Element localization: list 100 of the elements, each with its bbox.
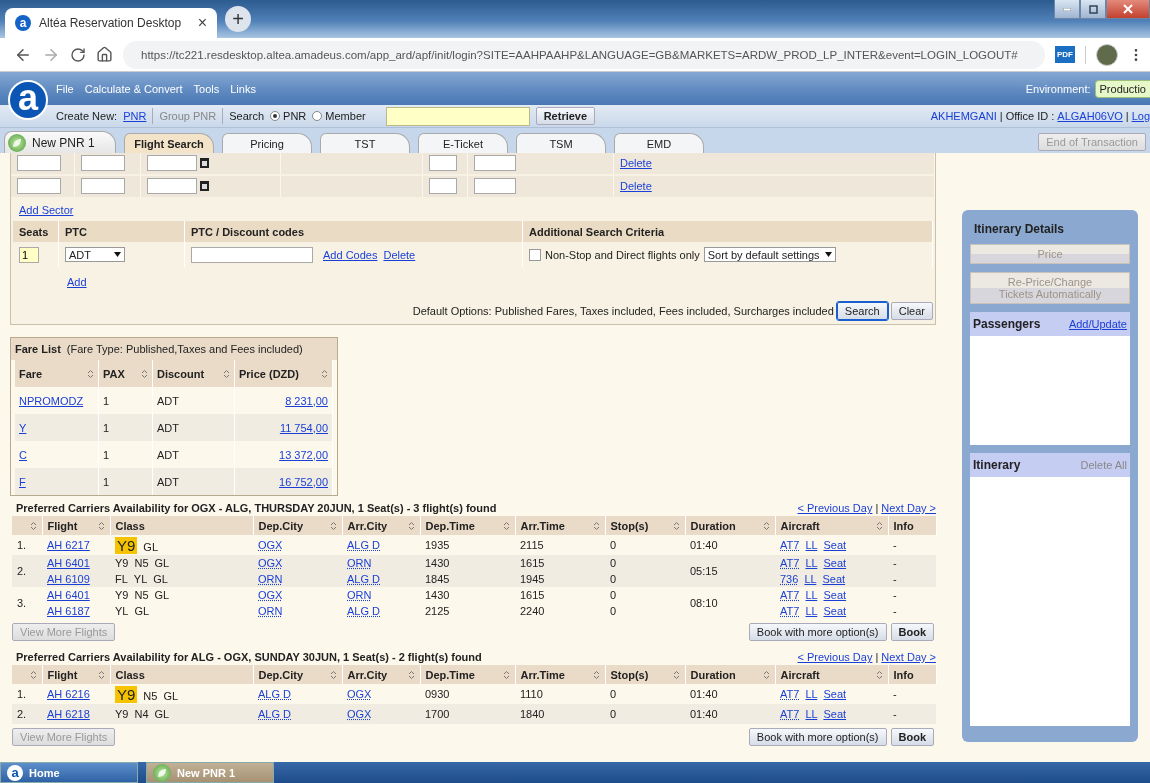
booking-class[interactable]: GL <box>143 540 159 553</box>
booking-class[interactable]: Y9 <box>115 589 129 601</box>
seat-link[interactable]: Seat <box>823 557 847 569</box>
tab[interactable]: TSM <box>516 133 606 153</box>
booking-class[interactable]: Y9 <box>115 708 129 720</box>
sort-icon[interactable] <box>141 368 148 379</box>
booking-class[interactable]: Y9 <box>115 557 129 569</box>
profile-avatar[interactable] <box>1096 43 1118 66</box>
column-heading[interactable]: Stop(s) <box>605 516 685 535</box>
maximize-button[interactable] <box>1080 0 1106 19</box>
delete-link[interactable]: Delete <box>620 157 652 170</box>
ll-link[interactable]: LL <box>805 539 818 551</box>
previous-day-link[interactable]: < Previous Day <box>797 651 873 663</box>
column-heading[interactable]: Arr.Time <box>515 516 605 535</box>
column-heading[interactable]: Aircraft <box>775 665 888 684</box>
fare-link[interactable]: NPROMODZ <box>19 394 84 407</box>
create-pnr-link[interactable]: PNR <box>123 110 147 122</box>
city-link[interactable]: OGX <box>258 539 283 551</box>
booking-class[interactable]: N4 <box>134 708 149 720</box>
sort-icon[interactable] <box>672 520 680 531</box>
book-button[interactable]: Book <box>890 623 934 641</box>
book-with-options-button[interactable]: Book with more option(s) <box>748 728 887 746</box>
sort-icon[interactable] <box>407 669 415 680</box>
column-heading[interactable]: Stop(s) <box>605 665 685 684</box>
booking-class[interactable]: N5 <box>134 557 149 569</box>
sort-icon[interactable] <box>762 669 770 680</box>
booking-class[interactable]: Y9 <box>115 536 138 554</box>
add-sector-link[interactable]: Add Sector <box>19 203 74 216</box>
ll-link[interactable]: LL <box>805 605 818 617</box>
close-window-button[interactable] <box>1106 0 1150 19</box>
flight-link[interactable]: AH 6401 <box>47 589 90 601</box>
tab[interactable]: E-Ticket <box>418 133 508 153</box>
book-with-options-button[interactable]: Book with more option(s) <box>748 623 887 641</box>
city-link[interactable]: ALG D <box>258 708 291 720</box>
origin-field[interactable] <box>17 178 61 195</box>
aircraft-link[interactable]: AT7 <box>780 688 800 700</box>
tab[interactable]: Flight Search <box>124 133 214 153</box>
add-update-link[interactable]: Add/Update <box>1068 318 1127 330</box>
ptc-select[interactable]: ADT <box>65 247 125 263</box>
aircraft-link[interactable]: AT7 <box>780 605 800 617</box>
city-link[interactable]: OGX <box>258 557 283 569</box>
search-button[interactable]: Search <box>836 301 888 320</box>
column-heading[interactable]: Dep.Time <box>420 665 515 684</box>
sort-icon[interactable] <box>502 520 510 531</box>
book-button[interactable]: Book <box>890 728 934 746</box>
menu-item[interactable]: Calculate & Convert <box>84 82 183 95</box>
sort-icon[interactable] <box>321 368 328 379</box>
price-link[interactable]: 11 754,00 <box>279 421 328 434</box>
home-icon[interactable] <box>96 46 113 63</box>
pdf-extension-icon[interactable]: PDF <box>1055 46 1075 63</box>
column-heading[interactable]: Flight <box>42 516 110 535</box>
column-heading[interactable]: Flight <box>42 665 110 684</box>
aircraft-link[interactable]: AT7 <box>780 557 800 569</box>
flight-link[interactable]: AH 6109 <box>47 573 90 585</box>
column-heading[interactable]: Class <box>110 516 253 535</box>
time-window-field[interactable] <box>474 155 516 172</box>
previous-day-link[interactable]: < Previous Day <box>797 502 873 514</box>
city-link[interactable]: ALG D <box>347 539 380 551</box>
sort-icon[interactable] <box>329 520 337 531</box>
booking-class[interactable]: GL <box>154 557 170 569</box>
booking-class[interactable]: YL <box>115 605 129 617</box>
date-field[interactable] <box>147 178 197 195</box>
price-link[interactable]: 8 231,00 <box>285 394 328 407</box>
sort-icon[interactable] <box>87 368 94 379</box>
booking-class[interactable]: YL <box>133 573 148 585</box>
delete-link[interactable]: Delete <box>620 180 652 193</box>
sort-icon[interactable] <box>97 520 105 531</box>
column-heading[interactable]: Dep.City <box>253 665 342 684</box>
column-heading[interactable]: Info <box>888 516 936 535</box>
booking-class[interactable]: GL <box>134 605 150 617</box>
column-heading[interactable]: Aircraft <box>775 516 888 535</box>
sort-icon[interactable] <box>97 669 105 680</box>
city-link[interactable]: ALG D <box>347 605 380 617</box>
ll-link[interactable]: LL <box>805 688 818 700</box>
price-link[interactable]: 16 752,00 <box>279 475 328 488</box>
tab[interactable]: TST <box>320 133 410 153</box>
sort-icon[interactable] <box>407 520 415 531</box>
calendar-icon[interactable] <box>200 181 209 192</box>
date-field[interactable] <box>147 155 197 172</box>
flight-link[interactable]: AH 6218 <box>47 708 90 720</box>
time-window-field[interactable] <box>474 178 516 195</box>
booking-class[interactable]: GL <box>153 573 168 585</box>
address-bar[interactable]: https://tc221.resdesktop.altea.amadeus.com/app_ard/apf/init/login?SITE=AAHPAAHP&LANGUAGE=GB&MARKETS=ARDW_PROD_LP_INTER&event=LOGIN_LOGOUT# <box>123 40 1045 69</box>
aircraft-link[interactable]: 736 <box>780 573 799 585</box>
column-heading[interactable]: Dep.Time <box>420 516 515 535</box>
column-heading[interactable]: Arr.Time <box>515 665 605 684</box>
city-link[interactable]: ORN <box>258 573 283 585</box>
add-link[interactable]: Add <box>67 276 87 289</box>
delete-link[interactable]: Delete <box>383 248 416 261</box>
city-link[interactable]: ORN <box>258 605 283 617</box>
calendar-icon[interactable] <box>200 158 209 169</box>
next-day-link[interactable]: Next Day > <box>881 502 936 514</box>
city-link[interactable]: OGX <box>347 688 372 700</box>
aircraft-link[interactable]: AT7 <box>780 589 800 601</box>
destination-field[interactable] <box>81 178 125 195</box>
new-tab-button[interactable]: + <box>225 6 251 32</box>
browser-tab[interactable]: a Altéa Reservation Desktop × <box>5 8 217 38</box>
seat-link[interactable]: Seat <box>822 573 846 585</box>
next-day-link[interactable]: Next Day > <box>881 651 936 663</box>
seat-link[interactable]: Seat <box>823 688 847 700</box>
